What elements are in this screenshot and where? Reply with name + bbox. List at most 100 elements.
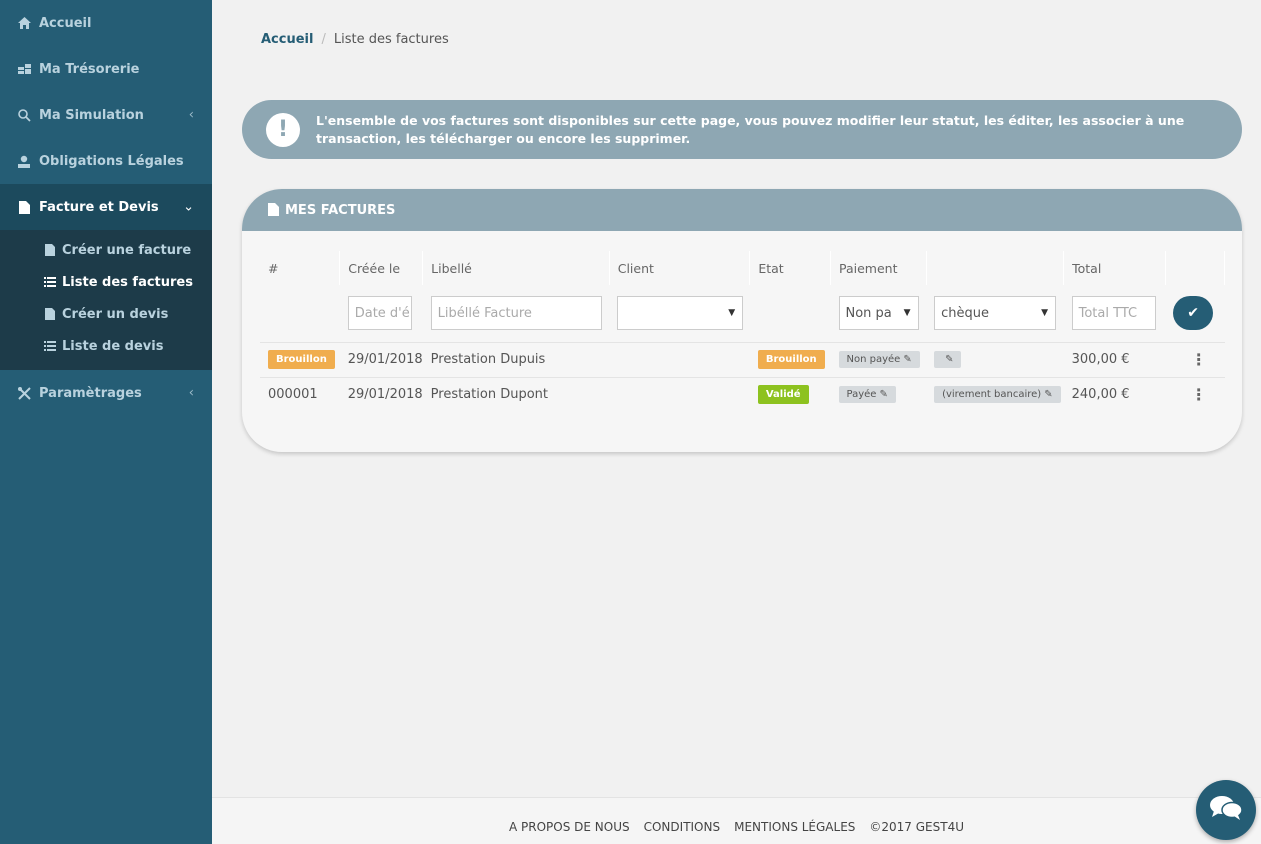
breadcrumb-separator: / bbox=[321, 32, 326, 47]
sidebar-item-accueil[interactable]: Accueil bbox=[0, 0, 212, 46]
document-icon bbox=[44, 308, 56, 320]
pencil-icon: ✎ bbox=[879, 389, 888, 401]
cell-libelle: Prestation Dupont bbox=[430, 387, 548, 403]
column-header-paiement: Paiement bbox=[830, 251, 927, 285]
footer: A PROPOS DE NOUS CONDITIONS MENTIONS LÉG… bbox=[212, 797, 1261, 844]
mode-edit-badge[interactable]: ✎ bbox=[934, 351, 962, 368]
status-badge: Brouillon bbox=[757, 350, 825, 369]
invoices-card: MES FACTURES # Créée le Libellé Client E… bbox=[242, 189, 1242, 452]
column-header-actions bbox=[1165, 251, 1226, 285]
breadcrumb: Accueil / Liste des factures bbox=[261, 32, 449, 47]
pencil-icon: ✎ bbox=[945, 354, 954, 365]
cell-total: 240,00 € bbox=[1071, 387, 1130, 403]
column-header-etat: Etat bbox=[749, 251, 831, 285]
sidebar-item-label: Obligations Légales bbox=[39, 153, 184, 169]
paiement-label: Payée bbox=[846, 389, 877, 401]
info-text: L'ensemble de vos factures sont disponib… bbox=[316, 112, 1185, 146]
breadcrumb-current: Liste des factures bbox=[333, 32, 449, 47]
cell-number: 000001 bbox=[268, 387, 318, 403]
sidebar-item-label: Paramètrages bbox=[39, 385, 142, 401]
client-filter-select[interactable]: ▼ bbox=[617, 296, 744, 331]
cell-client bbox=[609, 377, 750, 412]
cell-total: 300,00 € bbox=[1063, 342, 1166, 378]
apply-filter-button[interactable]: ✔ bbox=[1173, 296, 1214, 331]
filter-row: Date d'é Libéllé Facture ▼ Non pa ▼ chèqu… bbox=[260, 285, 1225, 343]
chevron-left-icon: ‹ bbox=[188, 107, 194, 123]
footer-link-mentions[interactable]: MENTIONS LÉGALES bbox=[734, 820, 855, 834]
cell-client bbox=[609, 342, 750, 378]
submenu-label: Créer une facture bbox=[62, 242, 192, 258]
mode-filter-value: chèque bbox=[941, 305, 989, 321]
facture-submenu: Créer une facture Liste des factures Cré… bbox=[0, 230, 212, 370]
list-icon bbox=[44, 340, 56, 352]
chat-button[interactable] bbox=[1196, 780, 1256, 840]
sidebar-item-label: Ma Trésorerie bbox=[39, 61, 140, 77]
breadcrumb-home-link[interactable]: Accueil bbox=[261, 32, 313, 47]
chevron-down-icon: ⌄ bbox=[183, 199, 194, 215]
pencil-icon: ✎ bbox=[903, 354, 912, 365]
date-filter-input[interactable]: Date d'é bbox=[347, 296, 412, 331]
tools-icon bbox=[17, 386, 31, 400]
pencil-icon: ✎ bbox=[1044, 389, 1053, 401]
table-row[interactable]: 000001 29/01/2018 Prestation Dupont Vali… bbox=[260, 377, 1225, 412]
mode-filter-select[interactable]: chèque ▼ bbox=[934, 296, 1057, 331]
column-header-number: # bbox=[260, 251, 341, 285]
submenu-label: Liste de devis bbox=[62, 338, 164, 354]
sidebar-item-parametrages[interactable]: Paramètrages ‹ bbox=[0, 370, 212, 416]
caret-down-icon: ▼ bbox=[728, 308, 736, 319]
column-header-date: Créée le bbox=[339, 251, 424, 285]
paiement-filter-value: Non pa bbox=[845, 305, 892, 321]
chat-icon bbox=[1209, 794, 1243, 826]
sidebar-item-tresorerie[interactable]: Ma Trésorerie bbox=[0, 46, 212, 92]
caret-down-icon: ▼ bbox=[1041, 308, 1049, 319]
card-title: MES FACTURES bbox=[285, 202, 396, 218]
mode-edit-badge[interactable]: (virement bancaire) ✎ bbox=[934, 386, 1061, 404]
submenu-liste-factures[interactable]: Liste des factures bbox=[0, 266, 212, 298]
submenu-label: Liste des factures bbox=[62, 274, 193, 290]
sidebar-item-obligations[interactable]: Obligations Légales bbox=[0, 138, 212, 184]
column-header-total: Total bbox=[1063, 251, 1166, 285]
home-icon bbox=[17, 16, 31, 30]
card-header: MES FACTURES bbox=[242, 189, 1242, 231]
coins-icon bbox=[17, 62, 31, 76]
row-menu-icon[interactable]: ⋮ bbox=[1173, 351, 1224, 367]
column-header-client: Client bbox=[609, 251, 751, 285]
exclamation-icon: ! bbox=[266, 112, 300, 147]
check-icon: ✔ bbox=[1187, 305, 1199, 322]
status-badge: Validé bbox=[757, 385, 809, 405]
table-header-row: # Créée le Libellé Client Etat Paiement … bbox=[260, 251, 1226, 285]
paiement-edit-badge[interactable]: Payée ✎ bbox=[838, 386, 896, 404]
total-filter-input[interactable]: Total TTC bbox=[1071, 296, 1156, 331]
libelle-filter-input[interactable]: Libéllé Facture bbox=[430, 296, 602, 331]
footer-copyright: ©2017 GEST4U bbox=[869, 820, 965, 834]
chevron-left-icon: ‹ bbox=[188, 385, 194, 401]
submenu-label: Créer un devis bbox=[62, 306, 169, 322]
cell-date: 29/01/2018 bbox=[339, 342, 423, 378]
draft-number-badge: Brouillon bbox=[268, 350, 335, 369]
footer-link-about[interactable]: A PROPOS DE NOUS bbox=[509, 820, 630, 834]
table-row[interactable]: Brouillon 29/01/2018 Prestation Dupuis B… bbox=[260, 342, 1225, 378]
cell-date: 29/01/2018 bbox=[347, 387, 423, 403]
info-banner: ! L'ensemble de vos factures sont dispon… bbox=[242, 100, 1242, 159]
paiement-edit-badge[interactable]: Non payée ✎ bbox=[838, 351, 920, 368]
row-menu-icon[interactable]: ⋮ bbox=[1173, 386, 1224, 402]
search-icon bbox=[17, 108, 31, 122]
sidebar-item-facture-devis[interactable]: Facture et Devis ⌄ bbox=[0, 184, 212, 230]
cell-libelle: Prestation Dupuis bbox=[422, 342, 610, 378]
sidebar-item-simulation[interactable]: Ma Simulation ‹ bbox=[0, 92, 212, 138]
list-icon bbox=[44, 276, 56, 288]
sidebar-item-label: Accueil bbox=[39, 15, 92, 31]
submenu-liste-devis[interactable]: Liste de devis bbox=[0, 330, 212, 362]
document-icon bbox=[17, 200, 31, 214]
mode-label: (virement bancaire) bbox=[942, 389, 1042, 401]
submenu-creer-devis[interactable]: Créer un devis bbox=[0, 298, 212, 330]
submenu-creer-facture[interactable]: Créer une facture bbox=[0, 234, 212, 266]
paiement-label: Non payée bbox=[846, 354, 901, 365]
sidebar-item-label: Ma Simulation bbox=[39, 107, 144, 123]
paiement-filter-select[interactable]: Non pa ▼ bbox=[838, 296, 919, 331]
sidebar-item-label: Facture et Devis bbox=[39, 199, 159, 215]
column-header-libelle: Libellé bbox=[422, 251, 610, 285]
user-icon bbox=[17, 154, 31, 168]
column-header-mode bbox=[926, 251, 1065, 285]
footer-link-conditions[interactable]: CONDITIONS bbox=[644, 820, 721, 834]
